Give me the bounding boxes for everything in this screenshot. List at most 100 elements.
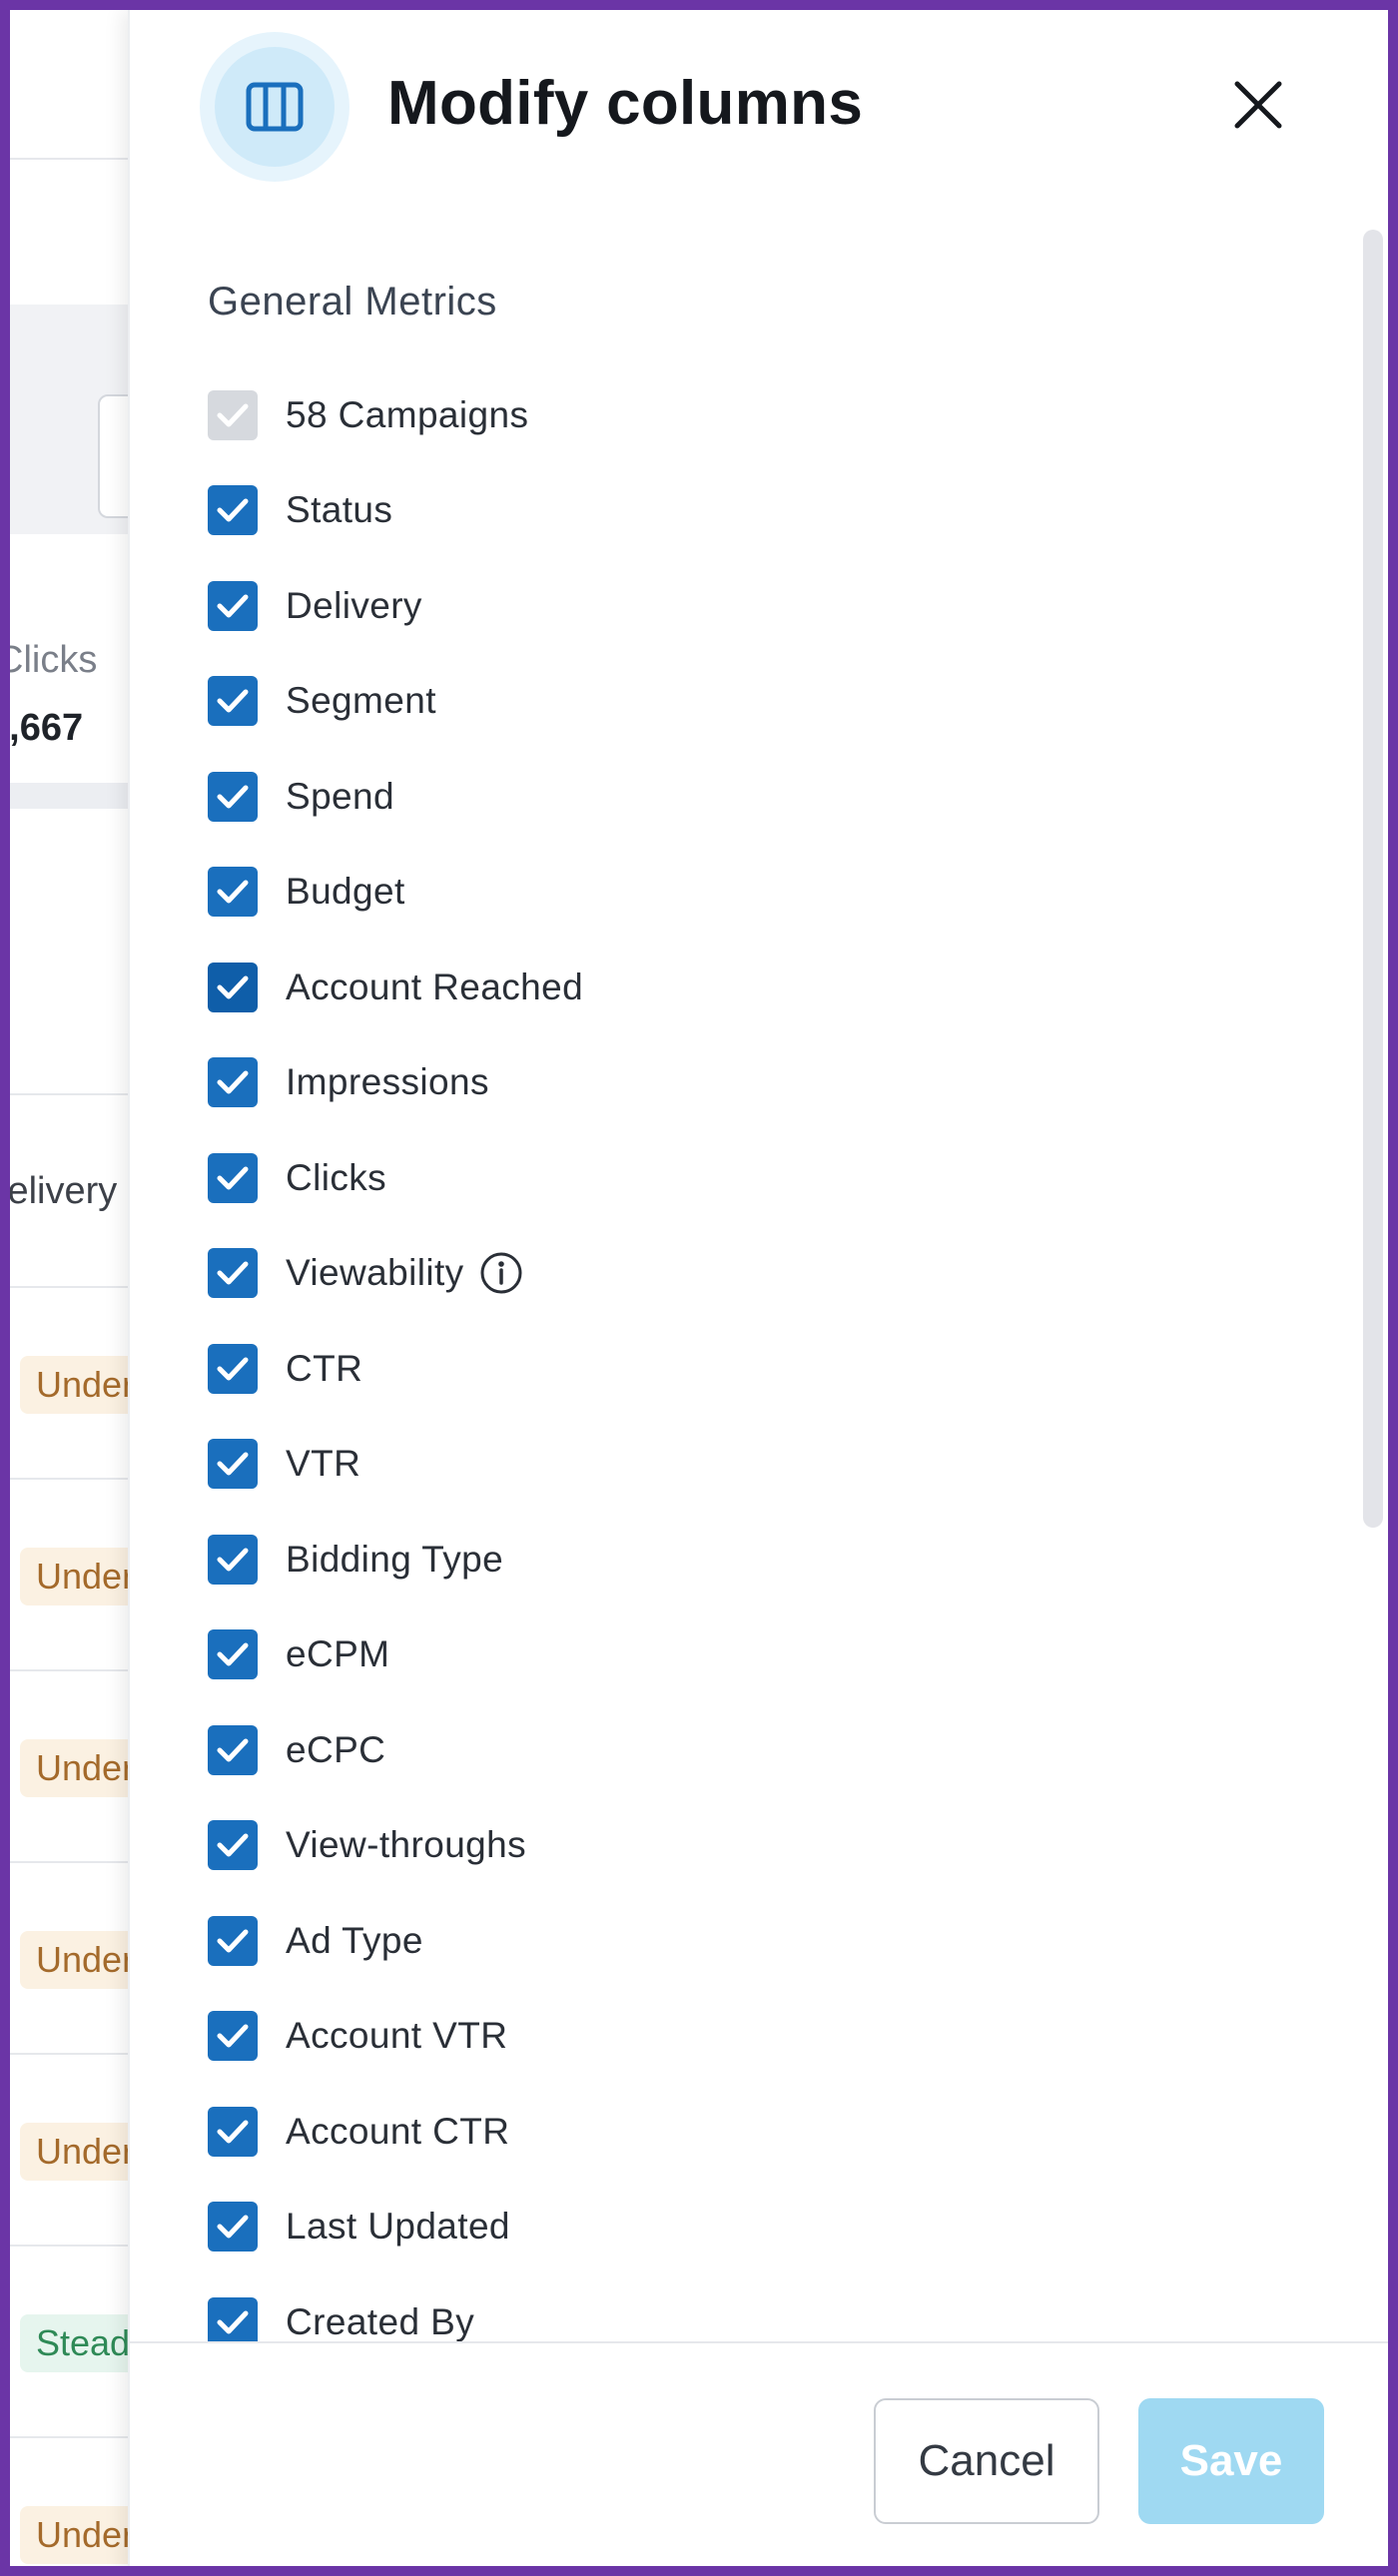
background-table-row: Under xyxy=(10,1863,128,2055)
status-badge: Under xyxy=(20,1931,128,1989)
column-option[interactable]: Viewability xyxy=(208,1226,1206,1322)
column-option[interactable]: View-throughs xyxy=(208,1798,1206,1894)
close-icon xyxy=(1234,81,1282,129)
checkbox[interactable] xyxy=(208,676,258,727)
cancel-button[interactable]: Cancel xyxy=(874,2398,1099,2524)
column-option-label: eCPM xyxy=(286,1633,390,1675)
save-button[interactable]: Save xyxy=(1138,2398,1324,2524)
background-stats: Clicks 1,667 xyxy=(10,609,128,809)
checkbox[interactable] xyxy=(208,1820,258,1871)
column-option-label: Spend xyxy=(286,775,394,817)
column-option-label: Segment xyxy=(286,680,436,722)
close-button[interactable] xyxy=(1218,65,1298,145)
column-option[interactable]: Account Reached xyxy=(208,940,1206,1035)
checkbox[interactable] xyxy=(208,1724,258,1775)
column-option-label: Created By xyxy=(286,2300,475,2342)
background-column-header: Delivery xyxy=(10,1093,128,1288)
background-topbar xyxy=(10,10,128,160)
column-option-label: Impressions xyxy=(286,1061,489,1103)
modify-columns-panel: Modify columns General Metrics 58 Campai… xyxy=(128,10,1388,2566)
checkbox[interactable] xyxy=(208,1057,258,1108)
column-option-label: Ad Type xyxy=(286,1919,423,1961)
checkbox[interactable] xyxy=(208,867,258,918)
column-option-label: Clicks xyxy=(286,1156,387,1198)
checkbox[interactable] xyxy=(208,2296,258,2346)
checkbox[interactable] xyxy=(208,2011,258,2062)
column-option-label: Status xyxy=(286,489,393,531)
column-option[interactable]: eCPM xyxy=(208,1608,1206,1703)
column-options-list: 58 Campaigns Status Delivery Segment Spend Bu… xyxy=(208,367,1206,2346)
checkbox[interactable] xyxy=(208,1343,258,1394)
checkbox[interactable] xyxy=(208,2202,258,2253)
column-option[interactable]: VTR xyxy=(208,1417,1206,1513)
checkbox[interactable] xyxy=(208,1152,258,1203)
column-option[interactable]: Account CTR xyxy=(208,2084,1206,2180)
column-option[interactable]: Ad Type xyxy=(208,1893,1206,1989)
checkbox[interactable] xyxy=(208,1629,258,1680)
column-option[interactable]: Budget xyxy=(208,845,1206,941)
background-page: Clicks 1,667 Delivery Under Under Under … xyxy=(10,10,128,2566)
checkbox[interactable] xyxy=(208,1248,258,1299)
column-option[interactable]: Created By xyxy=(208,2274,1206,2346)
columns-icon xyxy=(200,32,350,182)
column-option-label: eCPC xyxy=(286,1728,386,1770)
status-badge: Under xyxy=(20,2123,128,2181)
background-table-row: Under xyxy=(10,2438,128,2566)
background-table-row: Steady xyxy=(10,2247,128,2438)
column-option[interactable]: Account VTR xyxy=(208,1989,1206,2085)
page-title: Modify columns xyxy=(387,69,864,138)
column-option[interactable]: Spend xyxy=(208,749,1206,845)
checkbox-disabled xyxy=(208,389,258,440)
background-column-header-label: Delivery xyxy=(10,1170,118,1212)
background-table-row: Under xyxy=(10,1288,128,1480)
background-filter-input xyxy=(98,394,128,518)
status-badge: Under xyxy=(20,1548,128,1606)
column-option[interactable]: CTR xyxy=(208,1321,1206,1417)
panel-footer: Cancel Save xyxy=(130,2341,1388,2566)
checkbox[interactable] xyxy=(208,2106,258,2157)
checkbox[interactable] xyxy=(208,1439,258,1490)
column-option[interactable]: Clicks xyxy=(208,1130,1206,1226)
checkbox[interactable] xyxy=(208,580,258,631)
column-option[interactable]: Impressions xyxy=(208,1035,1206,1131)
status-badge: Steady xyxy=(20,2314,128,2372)
status-badge: Under xyxy=(20,1356,128,1414)
column-option[interactable]: Segment xyxy=(208,654,1206,750)
background-filter-bar xyxy=(10,305,128,534)
column-option-label: Account Reached xyxy=(286,966,584,1007)
checkbox[interactable] xyxy=(208,1915,258,1966)
column-option[interactable]: Bidding Type xyxy=(208,1512,1206,1608)
column-option-label: Delivery xyxy=(286,584,422,626)
background-stat-value: 1,667 xyxy=(10,707,84,749)
info-icon[interactable] xyxy=(478,1250,524,1296)
checkbox[interactable] xyxy=(208,771,258,822)
column-option-label: Budget xyxy=(286,871,405,913)
panel-header: Modify columns xyxy=(130,10,1388,200)
column-option-label: Account VTR xyxy=(286,2015,508,2057)
section-title: General Metrics xyxy=(208,280,497,323)
column-option[interactable]: Delivery xyxy=(208,558,1206,654)
status-badge: Under xyxy=(20,2506,128,2564)
background-stat-label: Clicks xyxy=(10,639,98,681)
column-option[interactable]: Last Updated xyxy=(208,2180,1206,2275)
column-option-label: Account CTR xyxy=(286,2110,510,2152)
column-option[interactable]: Status xyxy=(208,463,1206,559)
checkbox[interactable] xyxy=(208,485,258,536)
status-badge: Under xyxy=(20,1739,128,1797)
column-option-label: Bidding Type xyxy=(286,1538,504,1580)
checkbox[interactable] xyxy=(208,962,258,1012)
column-option-label: Last Updated xyxy=(286,2206,510,2248)
scrollbar[interactable] xyxy=(1363,230,1383,1528)
background-table-row: Under xyxy=(10,1480,128,1671)
column-option-label: View-throughs xyxy=(286,1824,527,1866)
window-frame: Clicks 1,667 Delivery Under Under Under … xyxy=(0,0,1398,2576)
column-option-label: VTR xyxy=(286,1443,361,1485)
column-option-label: 58 Campaigns xyxy=(286,393,529,435)
column-option[interactable]: eCPC xyxy=(208,1702,1206,1798)
background-table-row: Under xyxy=(10,1671,128,1863)
column-option-label: Viewability xyxy=(286,1252,464,1294)
column-option: 58 Campaigns xyxy=(208,367,1206,463)
column-option-label: CTR xyxy=(286,1347,363,1389)
checkbox[interactable] xyxy=(208,1534,258,1585)
options-scroll-area[interactable]: General Metrics 58 Campaigns Status Delive… xyxy=(130,200,1388,2346)
